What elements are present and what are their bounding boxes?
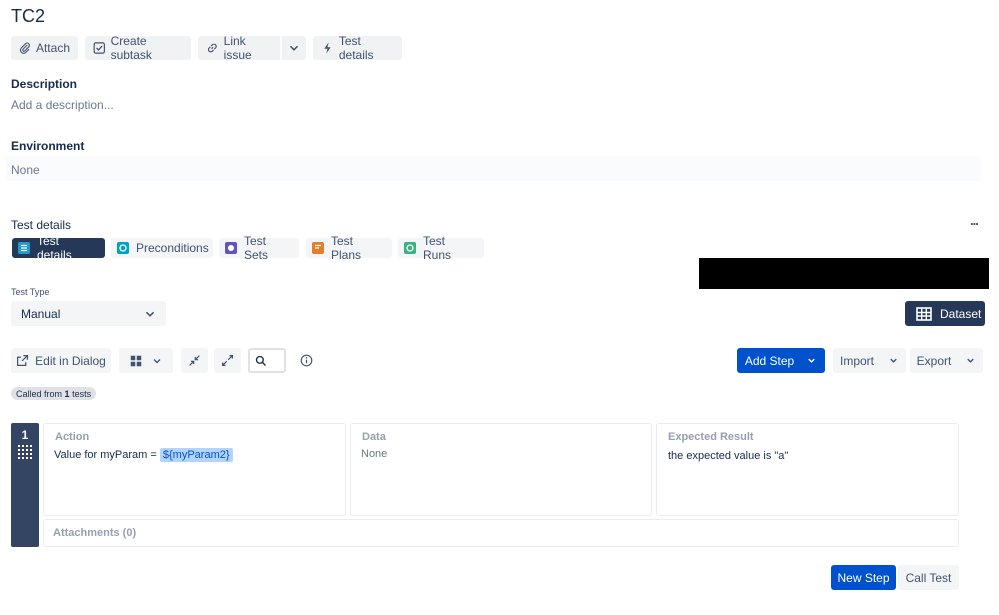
- chevron-down-icon: [967, 358, 975, 363]
- tab-test-sets-label: Test Sets: [244, 234, 269, 262]
- edit-in-dialog-label: Edit in Dialog: [35, 353, 106, 368]
- description-label: Description: [11, 77, 78, 91]
- export-button[interactable]: Export: [910, 348, 983, 373]
- add-step-label: Add Step: [744, 353, 795, 368]
- data-header: Data: [362, 431, 386, 443]
- paperclip-icon: [19, 42, 30, 54]
- test-sets-icon: [225, 242, 237, 254]
- environment-field[interactable]: [6, 156, 981, 181]
- test-type-value: Manual: [21, 306, 61, 321]
- external-open-icon: [17, 355, 29, 366]
- create-subtask-label: Create subtask: [110, 34, 152, 62]
- tab-test-details-label: Test details: [37, 234, 72, 262]
- issue-title: TC2: [11, 6, 46, 26]
- link-issue-dropdown[interactable]: [282, 36, 306, 60]
- tab-test-plans[interactable]: Test Plans: [306, 234, 392, 262]
- expand-icon: [222, 355, 233, 366]
- import-button[interactable]: Import: [833, 348, 906, 373]
- environment-label: Environment: [11, 139, 85, 153]
- test-details-section-label: Test details: [11, 218, 72, 232]
- export-label: Export: [916, 353, 952, 368]
- tab-test-details[interactable]: Test details: [12, 234, 105, 262]
- step-attachments-cell[interactable]: Attachments (0): [43, 519, 959, 547]
- attach-label: Attach: [35, 41, 70, 55]
- test-type-select[interactable]: Manual: [11, 301, 166, 326]
- tab-test-plans-label: Test Plans: [331, 234, 362, 262]
- collapse-button[interactable]: [181, 348, 208, 373]
- new-step-button[interactable]: New Step: [831, 565, 896, 590]
- test-type-label: Test Type: [11, 287, 50, 297]
- grid-view-icon: [130, 355, 141, 366]
- action-text: Value for myParam =: [54, 449, 157, 461]
- import-label: Import: [839, 353, 874, 368]
- drag-grip-icon: [18, 445, 32, 459]
- tab-test-runs[interactable]: Test Runs: [398, 234, 484, 262]
- called-from-suffix: tests: [72, 388, 92, 399]
- step-drag-handle[interactable]: 1: [11, 423, 39, 547]
- lightning-icon: [324, 42, 331, 54]
- test-details-button[interactable]: Test details: [313, 34, 402, 62]
- collapse-icon: [189, 355, 200, 366]
- step-action-cell[interactable]: Action Value for myParam = ${myParam2}: [43, 423, 346, 516]
- subtask-icon: [93, 42, 105, 54]
- description-field[interactable]: Add a description...: [11, 98, 114, 112]
- search-input[interactable]: [248, 348, 286, 373]
- dataset-button[interactable]: Dataset: [905, 301, 985, 326]
- info-icon[interactable]: [300, 354, 313, 372]
- called-from-badge: Called from 1 tests: [11, 387, 97, 400]
- link-issue-button[interactable]: Link issue: [198, 34, 280, 62]
- tab-preconditions-label: Preconditions: [136, 241, 209, 255]
- table-icon: [916, 306, 932, 321]
- dataset-label: Dataset: [940, 306, 982, 321]
- test-runs-icon: [404, 242, 416, 254]
- step-data-cell[interactable]: Data None: [350, 423, 652, 516]
- add-step-button[interactable]: Add Step: [737, 348, 825, 373]
- link-issue-label: Link issue: [223, 34, 252, 62]
- tab-preconditions[interactable]: Preconditions: [111, 238, 213, 258]
- precondition-icon: [117, 242, 129, 254]
- tab-test-sets[interactable]: Test Sets: [219, 234, 299, 262]
- more-options-button[interactable]: ...: [970, 213, 979, 228]
- environment-value: None: [11, 163, 40, 177]
- data-value: None: [361, 448, 388, 460]
- called-from-count: 1: [64, 388, 70, 399]
- edit-in-dialog-button[interactable]: Edit in Dialog: [11, 348, 111, 373]
- action-content: Value for myParam = ${myParam2}: [54, 448, 233, 462]
- chevron-down-icon: [145, 311, 155, 317]
- expected-value: the expected value is "a": [668, 450, 789, 462]
- create-subtask-button[interactable]: Create subtask: [85, 34, 191, 62]
- action-parameter[interactable]: ${myParam2}: [159, 448, 233, 462]
- list-icon: [18, 242, 30, 254]
- attachments-label: Attachments (0): [53, 527, 137, 539]
- link-icon: [207, 43, 217, 53]
- step-expected-cell[interactable]: Expected Result the expected value is "a…: [656, 423, 959, 516]
- test-plans-icon: [312, 242, 324, 254]
- action-header: Action: [55, 431, 90, 443]
- redacted-region: [699, 258, 989, 289]
- chevron-down-icon: [153, 358, 160, 363]
- tab-test-runs-label: Test Runs: [423, 234, 452, 262]
- call-test-button[interactable]: Call Test: [898, 565, 959, 590]
- search-icon: [255, 355, 266, 366]
- chevron-down-icon: [808, 358, 815, 363]
- chevron-down-icon: [289, 45, 299, 51]
- expected-header: Expected Result: [668, 431, 754, 443]
- view-mode-dropdown[interactable]: [119, 348, 173, 373]
- called-from-prefix: Called from: [16, 388, 63, 399]
- chevron-down-icon: [890, 358, 897, 363]
- expand-button[interactable]: [214, 348, 241, 373]
- test-details-label: Test details: [338, 34, 374, 62]
- step-number: 1: [21, 428, 29, 442]
- attach-button[interactable]: Attach: [11, 36, 78, 60]
